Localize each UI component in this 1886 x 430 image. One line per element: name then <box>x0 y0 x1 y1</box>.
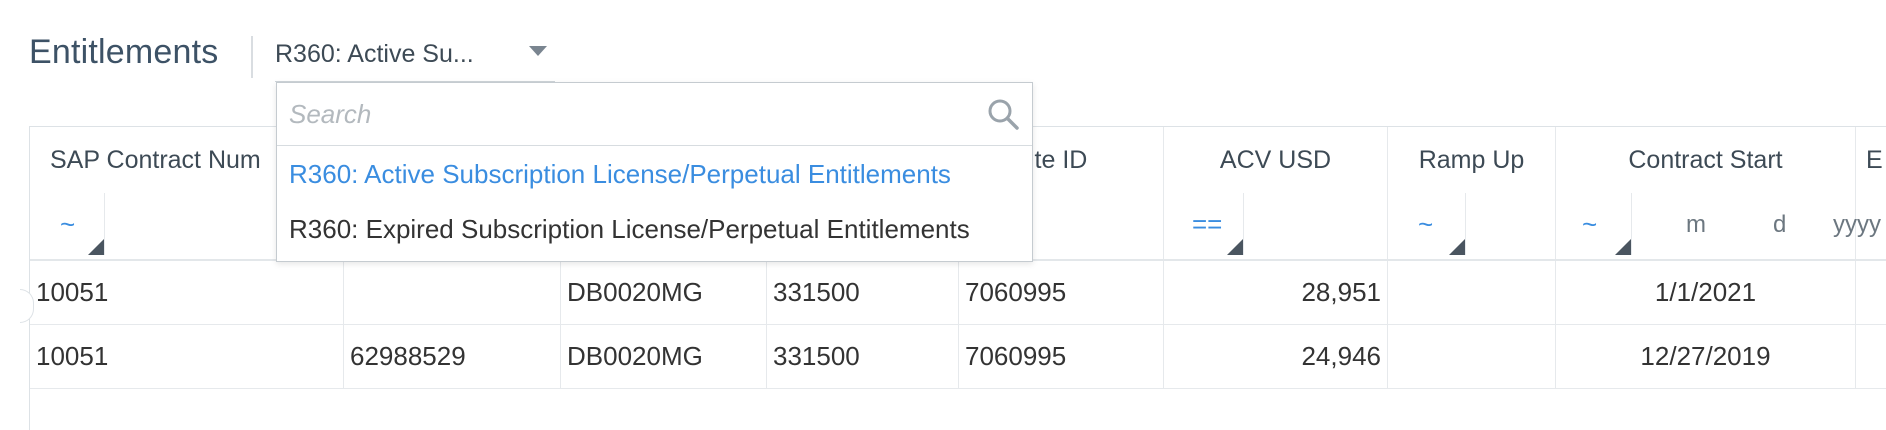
cell-col3: DB0020MG <box>561 325 767 388</box>
filter-cell-acv-usd: == <box>1164 193 1388 259</box>
filter-operator-button[interactable]: ~ <box>1556 193 1632 255</box>
filter-operator-button[interactable]: ~ <box>30 193 105 255</box>
cell-contract-start: 12/27/2019 <box>1556 325 1856 388</box>
page-title: Entitlements <box>29 33 219 71</box>
column-header-ramp-up[interactable]: Ramp Up <box>1388 127 1556 193</box>
column-header-contract-start[interactable]: Contract Start <box>1556 127 1856 193</box>
filter-operator-symbol: ~ <box>60 209 76 239</box>
filter-operator-button[interactable]: == <box>1164 193 1244 255</box>
cell-next <box>1856 261 1886 324</box>
cell-site-id: 7060995 <box>959 325 1164 388</box>
cell-col3: DB0020MG <box>561 261 767 324</box>
cell-col4: 331500 <box>767 261 959 324</box>
corner-triangle-icon <box>1449 239 1465 255</box>
column-header-next[interactable]: E <box>1856 127 1886 193</box>
cell-ramp-up <box>1388 325 1556 388</box>
dropdown-option-expired[interactable]: R360: Expired Subscription License/Perpe… <box>289 214 970 245</box>
search-input[interactable] <box>289 97 969 131</box>
filter-cell-contract-start: ~ m d yyyy <box>1556 193 1881 259</box>
corner-triangle-icon <box>88 239 104 255</box>
filter-operator-symbol: == <box>1192 209 1223 239</box>
cell-sap-contract: 10051 <box>30 325 344 388</box>
corner-triangle-icon <box>1227 239 1243 255</box>
filter-cell-ramp-up: ~ <box>1388 193 1556 259</box>
date-month-field[interactable]: m <box>1686 211 1706 239</box>
cell-acv-usd: 24,946 <box>1164 325 1388 388</box>
date-day-field[interactable]: d <box>1773 211 1786 239</box>
cell-col2: 62988529 <box>344 325 561 388</box>
dropdown-search <box>277 83 1032 146</box>
cell-ramp-up <box>1388 261 1556 324</box>
table-row[interactable]: 10051 62988529 DB0020MG 331500 7060995 2… <box>30 325 1886 389</box>
cell-site-id: 7060995 <box>959 261 1164 324</box>
filter-operator-button[interactable]: ~ <box>1388 193 1466 255</box>
view-dropdown-menu: R360: Active Subscription License/Perpet… <box>276 82 1033 262</box>
cell-col2 <box>344 261 561 324</box>
view-select-value: R360: Active Su... <box>275 40 474 68</box>
corner-triangle-icon <box>1615 239 1631 255</box>
dropdown-option-active[interactable]: R360: Active Subscription License/Perpet… <box>289 159 951 190</box>
title-divider <box>251 36 253 78</box>
cell-acv-usd: 28,951 <box>1164 261 1388 324</box>
column-header-acv-usd[interactable]: ACV USD <box>1164 127 1388 193</box>
cell-contract-start: 1/1/2021 <box>1556 261 1856 324</box>
view-select[interactable]: R360: Active Su... <box>275 32 555 82</box>
filter-cell-next[interactable] <box>1856 193 1886 259</box>
cell-next <box>1856 325 1886 388</box>
chevron-down-icon[interactable] <box>529 46 547 56</box>
search-icon[interactable] <box>986 97 1020 131</box>
filter-operator-symbol: ~ <box>1418 209 1434 239</box>
cell-sap-contract: 10051 <box>30 261 344 324</box>
filter-operator-symbol: ~ <box>1582 209 1598 239</box>
table-row[interactable]: 10051 DB0020MG 331500 7060995 28,951 1/1… <box>30 261 1886 325</box>
cell-col4: 331500 <box>767 325 959 388</box>
